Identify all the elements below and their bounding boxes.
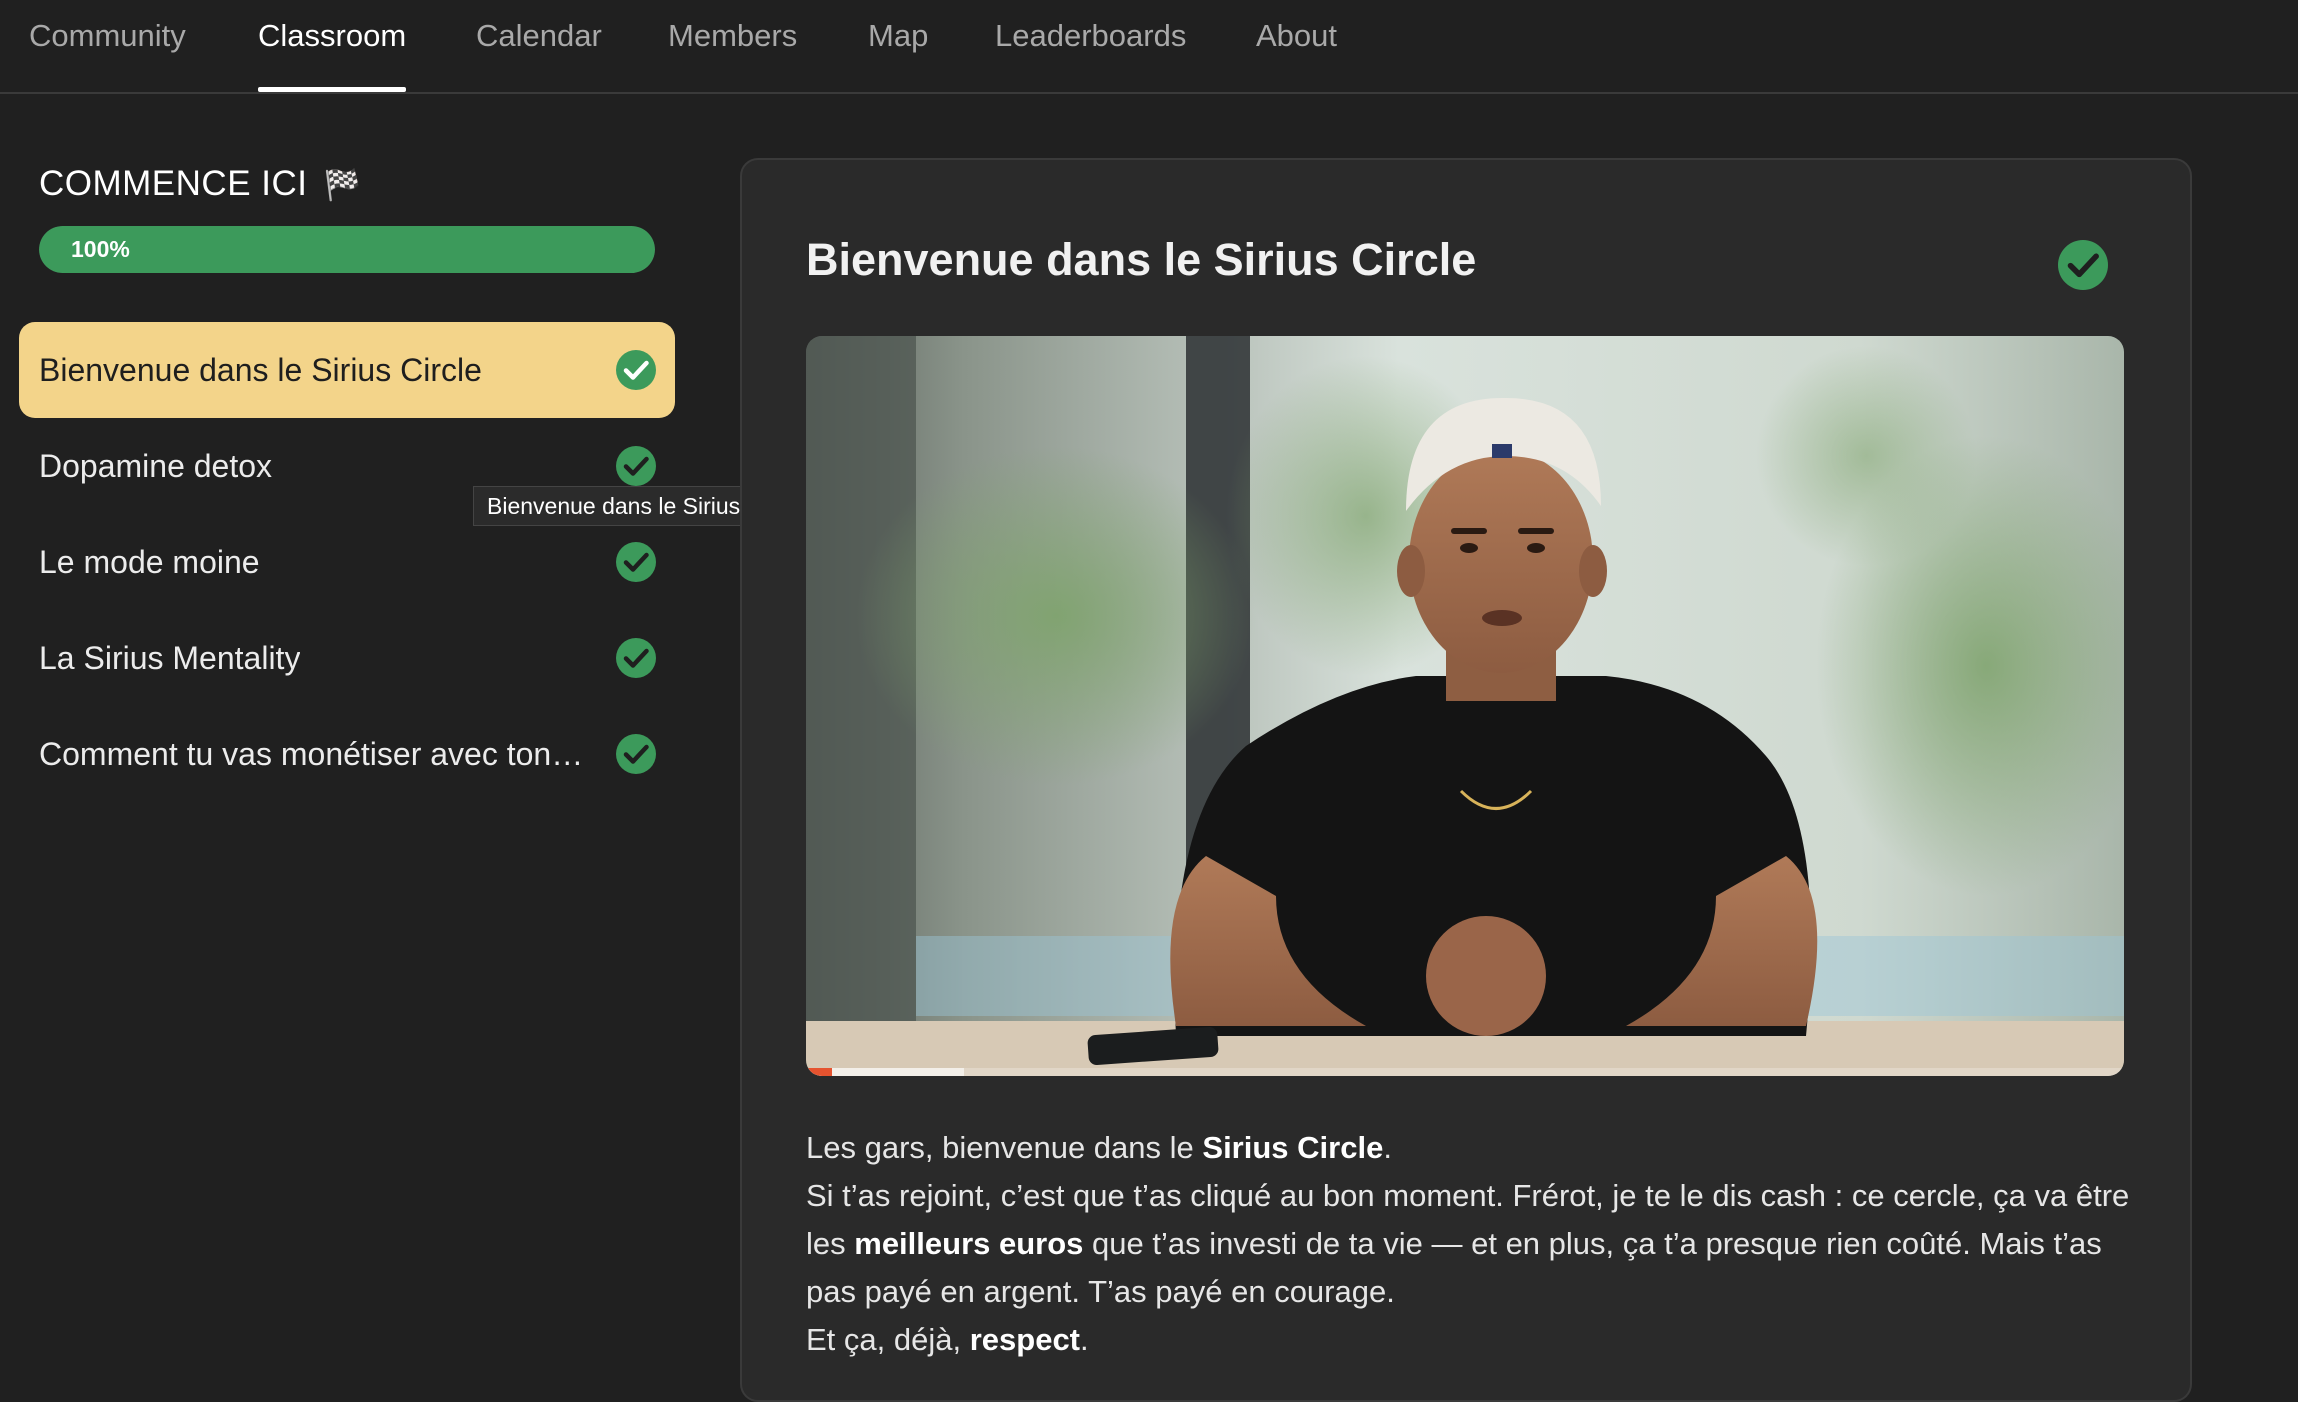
check-circle-icon [616, 542, 656, 582]
course-progress-label: 100% [71, 236, 130, 262]
tab-members[interactable]: Members [668, 0, 797, 92]
description-paragraph: Et ça, déjà, respect. [806, 1316, 2136, 1364]
tab-leaderboards[interactable]: Leaderboards [995, 0, 1186, 92]
text-run: . [1383, 1130, 1392, 1165]
lesson-complete-check-icon[interactable] [2058, 240, 2108, 290]
video-frame [806, 336, 2124, 1076]
course-progress-fill: 100% [39, 226, 655, 273]
tab-community[interactable]: Community [29, 0, 186, 92]
text-run: Les gars, bienvenue dans le [806, 1130, 1203, 1165]
tab-classroom[interactable]: Classroom [258, 0, 407, 92]
check-circle-icon [616, 734, 656, 774]
check-circle-icon [616, 638, 656, 678]
check-circle-icon [616, 446, 656, 486]
lesson-item-mode-moine[interactable]: Le mode moine [19, 514, 675, 610]
description-paragraph: Si t’as rejoint, c’est que t’as cliqué a… [806, 1172, 2136, 1316]
lesson-label: Le mode moine [39, 544, 260, 580]
course-progress-bar: 100% [39, 226, 655, 273]
lesson-label: Dopamine detox [39, 448, 273, 484]
course-sidebar: COMMENCE ICI 🏁 100% Bienvenue dans le Si… [0, 94, 820, 1366]
lesson-label: Comment tu vas monétiser avec ton… [39, 736, 584, 772]
tab-about[interactable]: About [1256, 0, 1337, 92]
description-paragraph: Les gars, bienvenue dans le Sirius Circl… [806, 1124, 2136, 1172]
lesson-item-bienvenue[interactable]: Bienvenue dans le Sirius Circle [19, 322, 675, 418]
course-title-text: COMMENCE ICI [39, 164, 308, 203]
lesson-label: Bienvenue dans le Sirius Circle [39, 352, 482, 388]
check-circle-icon [616, 350, 656, 390]
course-title: COMMENCE ICI 🏁 [39, 164, 362, 204]
text-run: . [1080, 1322, 1089, 1357]
lesson-label: La Sirius Mentality [39, 640, 301, 676]
lesson-content-card: Bienvenue dans le Sirius Circle Les gars… [740, 158, 2192, 1402]
bold-text: respect [969, 1322, 1081, 1357]
lesson-description: Les gars, bienvenue dans le Sirius Circl… [806, 1124, 2136, 1364]
tab-calendar[interactable]: Calendar [476, 0, 602, 92]
video-played-fill [806, 1068, 833, 1076]
top-nav: Community Classroom Calendar Members Map… [0, 0, 2298, 94]
lesson-item-sirius-mentality[interactable]: La Sirius Mentality [19, 610, 675, 706]
bold-text: meilleurs euros [854, 1226, 1084, 1261]
checkered-flag-icon: 🏁 [323, 169, 362, 202]
tab-map[interactable]: Map [868, 0, 928, 92]
video-progress-bar[interactable] [806, 1068, 2124, 1076]
lesson-item-monetiser[interactable]: Comment tu vas monétiser avec ton… [19, 706, 675, 802]
bold-text: Sirius Circle [1202, 1130, 1384, 1165]
text-run: Et ça, déjà, [806, 1322, 970, 1357]
lesson-title: Bienvenue dans le Sirius Circle [806, 234, 1477, 285]
lesson-video-player[interactable] [806, 336, 2124, 1076]
